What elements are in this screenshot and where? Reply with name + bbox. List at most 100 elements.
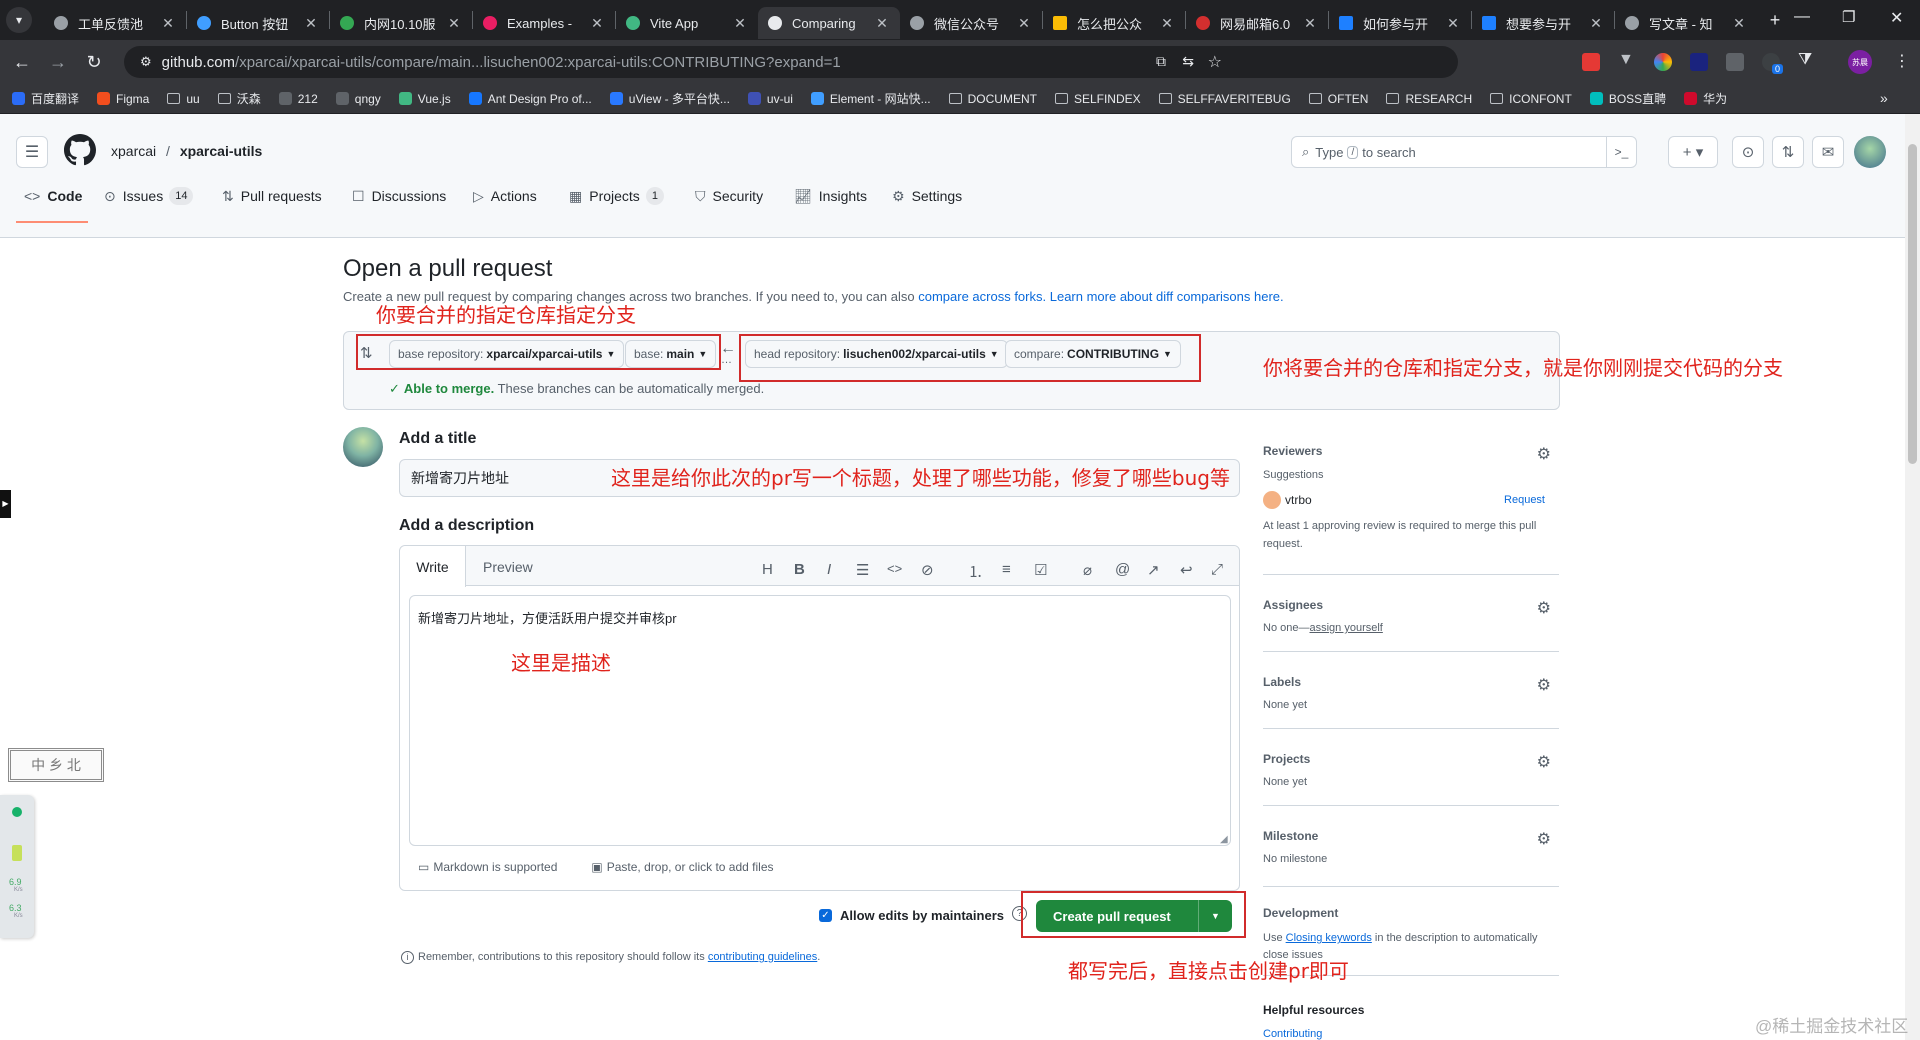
tab-pull-requests[interactable]: ⇅ Pull requests [222,176,322,216]
bookmark-folder[interactable]: ICONFONT [1490,92,1572,106]
learn-more-link[interactable]: Learn more about diff comparisons here. [1050,289,1284,304]
projects-gear-icon[interactable]: ⚙ [1537,752,1551,772]
tab-close-icon[interactable]: ✕ [732,15,748,32]
tab-close-icon[interactable]: ✕ [1731,15,1747,32]
allow-edits-label[interactable]: Allow edits by maintainers [840,908,1004,923]
tab-security[interactable]: ⛉ Security [695,176,763,216]
resize-handle-icon[interactable]: ◢ [1220,834,1228,845]
browser-tab[interactable]: 怎么把公众 ✕ [1043,7,1185,39]
extensions-puzzle-icon[interactable]: ⧩ [1798,51,1812,69]
italic-icon[interactable]: I [827,561,831,578]
bookmark-item[interactable]: 百度翻译 [12,90,79,107]
tab-close-icon[interactable]: ✕ [589,15,605,32]
url-bar[interactable]: ⚙ github.com/xparcai/xparcai-utils/compa… [124,46,1458,78]
bookmark-folder[interactable]: 沃森 [217,90,261,107]
browser-tab[interactable]: Examples - ✕ [473,7,615,39]
bookmark-item[interactable]: Figma [97,92,149,106]
breadcrumb-repo[interactable]: xparcai-utils [180,143,262,159]
numbered-list-icon[interactable]: ⒈ [968,561,983,582]
milestone-heading[interactable]: Milestone [1263,829,1559,843]
create-new-plus-icon[interactable]: + ▾ [1668,136,1718,168]
browser-tab[interactable]: 如何参与开 ✕ [1329,7,1471,39]
description-textarea[interactable]: 新增寄刀片地址，方便活跃用户提交并审核pr [409,595,1231,846]
labels-gear-icon[interactable]: ⚙ [1537,675,1551,695]
bookmark-item[interactable]: 华为 [1684,90,1727,107]
translate-icon[interactable]: ⇆ [1182,53,1194,70]
tab-close-icon[interactable]: ✕ [1445,15,1461,32]
bookmark-item[interactable]: BOSS直聘 [1589,90,1666,107]
issues-circle-icon[interactable]: ⊙ [1732,136,1764,168]
fullscreen-icon[interactable]: ⤢ [1211,561,1223,578]
tab-close-icon[interactable]: ✕ [160,15,176,32]
closing-keywords-link[interactable]: Closing keywords [1286,932,1372,944]
quote-icon[interactable]: ☰ [856,561,869,579]
color-extension-icon[interactable] [1654,53,1672,71]
tab-issues[interactable]: ⊙ Issues 14 [104,176,194,216]
reviewers-gear-icon[interactable]: ⚙ [1537,444,1551,464]
bookmark-item[interactable]: 212 [278,92,318,106]
browser-tab-active[interactable]: Comparing ✕ [758,7,900,39]
browser-tab[interactable]: 写文章 - 知 ✕ [1615,7,1757,39]
bookmark-item[interactable]: Element - 网站快... [810,90,931,107]
bookmark-item[interactable]: qngy [335,92,381,106]
compare-forks-link[interactable]: compare across forks. [918,289,1046,304]
tab-close-icon[interactable]: ✕ [446,15,462,32]
tab-close-icon[interactable]: ✕ [874,15,890,32]
contributing-link[interactable]: Contributing [1263,1028,1322,1040]
hamburger-menu-icon[interactable]: ☰ [16,136,48,168]
profile-avatar[interactable]: 苏晨 [1848,50,1872,74]
code-icon[interactable]: <> [887,561,902,576]
tab-code[interactable]: <> Code [24,176,82,216]
pull-requests-icon[interactable]: ⇅ [1772,136,1804,168]
mention-icon[interactable]: @ [1115,561,1130,578]
tab-close-icon[interactable]: ✕ [1588,15,1604,32]
browser-tab[interactable]: 工单反馈池 ✕ [44,7,186,39]
reviewers-heading[interactable]: Reviewers [1263,444,1559,458]
install-app-icon[interactable]: ⧉ [1156,53,1166,70]
bookmark-folder[interactable]: SELFINDEX [1054,92,1141,106]
dark-extension-icon[interactable] [1690,53,1708,71]
tab-insights[interactable]: 📈︎ Insights [794,176,867,216]
markdown-note[interactable]: Markdown is supported [433,860,557,874]
tab-close-icon[interactable]: ✕ [1302,15,1318,32]
task-list-icon[interactable]: ☑ [1034,561,1047,579]
tab-discussions[interactable]: ☐ Discussions [352,176,446,216]
side-toggle-arrow-icon[interactable]: ▶ [0,490,11,518]
tab-close-icon[interactable]: ✕ [1016,15,1032,32]
allow-edits-checkbox[interactable]: ✓ [819,909,832,922]
bookmark-folder[interactable]: SELFFAVERITEBUG [1158,92,1291,106]
bookmark-item[interactable]: uv-ui [747,92,793,106]
author-avatar[interactable] [343,427,383,467]
new-tab-plus-icon[interactable]: + [1761,6,1789,34]
github-logo-icon[interactable] [64,134,96,166]
forward-arrow-icon[interactable]: → [44,48,72,76]
user-avatar[interactable] [1854,136,1886,168]
tab-close-icon[interactable]: ✕ [1159,15,1175,32]
reload-icon[interactable]: ↻ [80,48,108,76]
projects-heading[interactable]: Projects [1263,752,1559,766]
contributing-guidelines-link[interactable]: contributing guidelines [708,951,817,963]
breadcrumb-owner[interactable]: xparcai [111,143,156,159]
bookmark-folder[interactable]: uu [167,92,200,106]
tab-projects[interactable]: ▦ Projects 1 [569,176,664,216]
tab-actions[interactable]: ▷ Actions [473,176,537,216]
fe-extension-icon[interactable] [1582,53,1600,71]
attach-files-note[interactable]: Paste, drop, or click to add files [607,860,774,874]
page-scrollbar[interactable] [1905,114,1920,1040]
browser-tab[interactable]: 网易邮箱6.0 ✕ [1186,7,1328,39]
tab-close-icon[interactable]: ✕ [303,15,319,32]
vue-devtools-icon[interactable]: ▼ [1618,51,1634,69]
assignees-gear-icon[interactable]: ⚙ [1537,598,1551,618]
bookmark-folder[interactable]: RESEARCH [1386,92,1472,106]
site-info-icon[interactable]: ⚙ [140,54,152,70]
browser-menu-icon[interactable]: ⋮ [1894,51,1910,71]
unordered-list-icon[interactable]: ≡ [1002,561,1011,578]
heading-icon[interactable]: H [762,561,773,578]
reply-icon[interactable]: ↩ [1180,561,1193,579]
assignees-heading[interactable]: Assignees [1263,598,1559,612]
browser-tab[interactable]: 内网10.10服 ✕ [330,7,472,39]
attach-paperclip-icon[interactable]: ⌀ [1083,561,1092,579]
browser-tab[interactable]: Button 按钮 ✕ [187,7,329,39]
bookmark-item[interactable]: Vue.js [398,92,451,106]
window-close-icon[interactable]: ✕ [1890,8,1903,28]
